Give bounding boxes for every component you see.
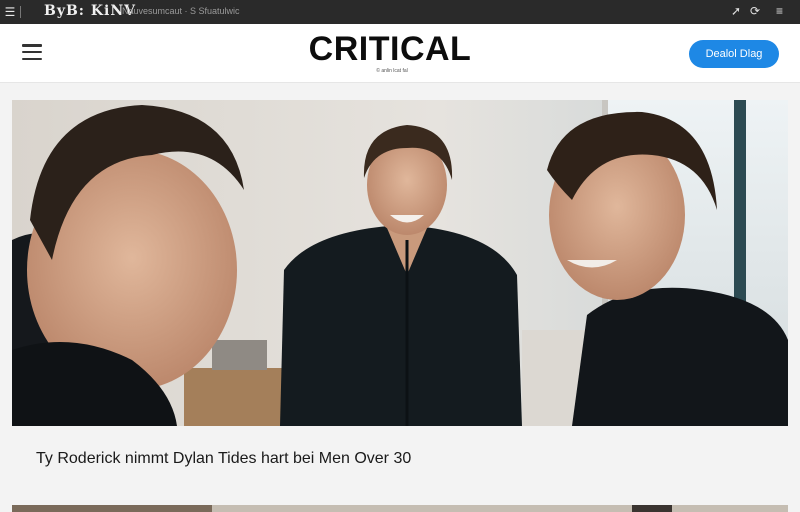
brand-tagline: © anlin lcat fal: [376, 68, 408, 74]
article-caption: Ty Roderick nimmt Dylan Tides hart bei M…: [12, 426, 788, 500]
hamburger-menu-icon[interactable]: [22, 44, 42, 60]
menu-icon[interactable]: ≡: [776, 4, 783, 18]
article-card[interactable]: Ty Roderick nimmt Dylan Tides hart bei M…: [12, 100, 788, 500]
hero-image[interactable]: [12, 100, 788, 426]
site-header: CRITICAL © anlin lcat fal Dealol Dlag: [0, 24, 800, 83]
collapse-icon[interactable]: ☰: [2, 4, 18, 20]
hero-photo: [12, 100, 788, 426]
brand-logo[interactable]: CRITICAL: [295, 30, 485, 69]
refresh-icon[interactable]: ⟳: [750, 4, 760, 18]
site-subtitle: Nauvesumcaut · S Sfuatulwic: [122, 6, 240, 16]
next-article-preview[interactable]: [12, 502, 788, 512]
cta-button[interactable]: Dealol Dlag: [689, 40, 779, 68]
pin-icon[interactable]: ➚: [731, 4, 741, 18]
next-article-image: [12, 505, 788, 512]
article-headline[interactable]: Ty Roderick nimmt Dylan Tides hart bei M…: [36, 450, 411, 468]
divider: [20, 6, 21, 18]
top-bar: ☰ ByB: KiNV Nauvesumcaut · S Sfuatulwic …: [0, 0, 800, 24]
